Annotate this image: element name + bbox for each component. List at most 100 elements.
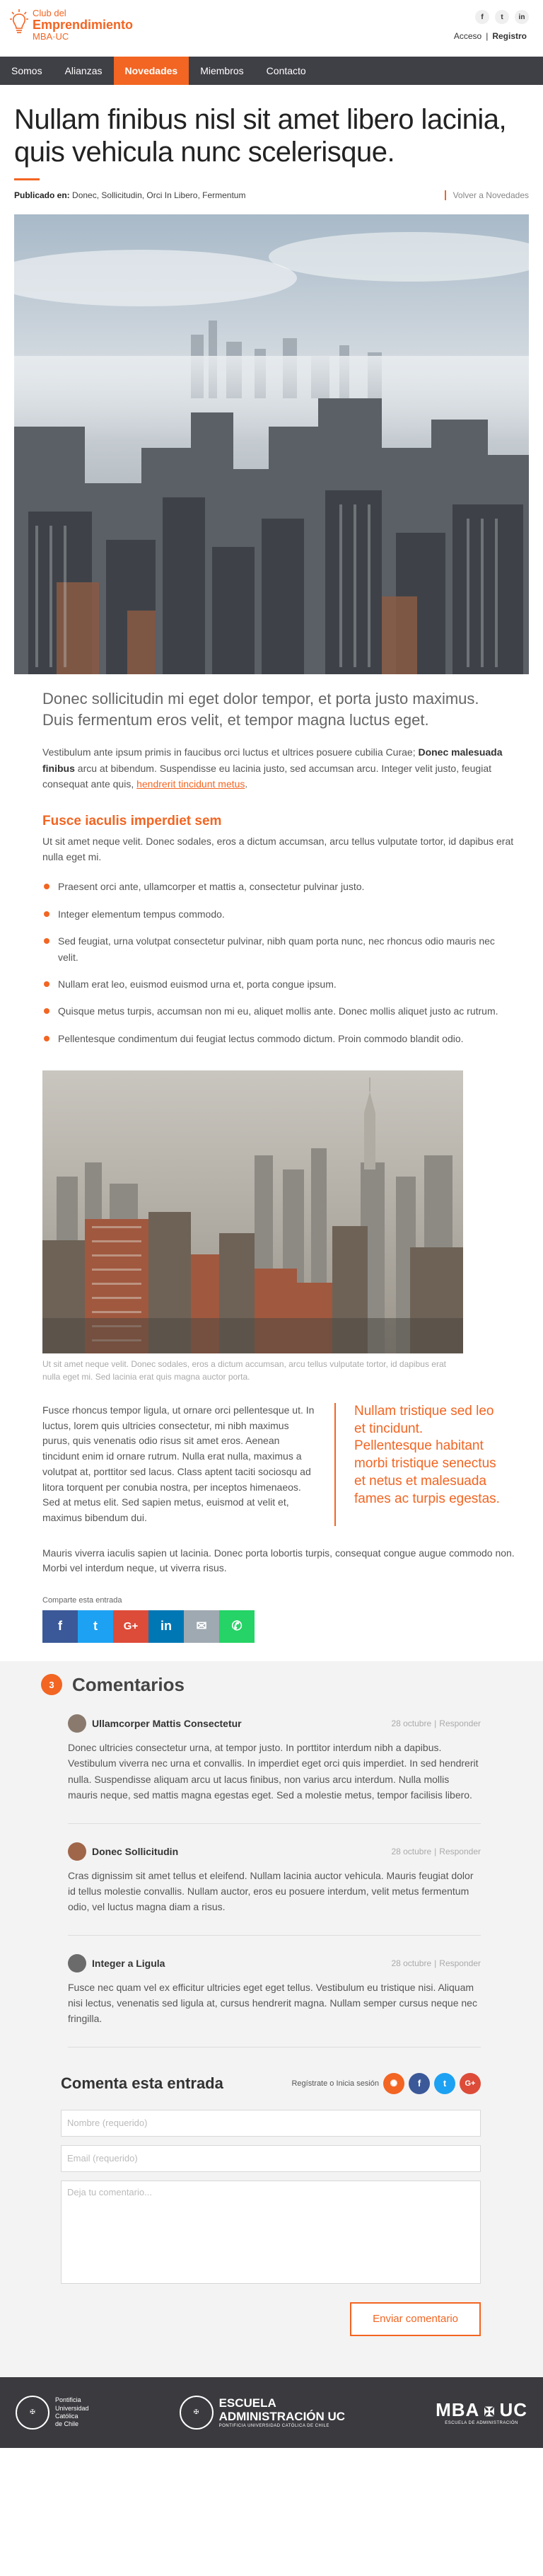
inline-link[interactable]: hendrerit tincidunt metus — [136, 778, 245, 790]
share-label: Comparte esta entrada — [42, 1595, 122, 1605]
logo-line-2: Emprendimiento — [33, 17, 134, 32]
article-meta: Publicado en: Donec, Sollicitudin, Orci … — [14, 190, 529, 200]
auth-links: Acceso | Registro — [452, 31, 529, 41]
reply-link[interactable]: Responder — [439, 1958, 481, 1968]
site-footer: ✠ Pontificia Universidad Católica de Chi… — [0, 2376, 543, 2448]
whatsapp-icon[interactable]: ✆ — [219, 1610, 255, 1643]
title-rule — [14, 178, 40, 180]
article-body: Vestibulum ante ipsum primis in faucibus… — [42, 744, 515, 1643]
main-nav: Somos Alianzas Novedades Miembros Contac… — [0, 57, 543, 85]
hero-image — [14, 214, 529, 674]
nav-item-miembros[interactable]: Miembros — [189, 57, 255, 85]
header-social-links: f t in — [475, 10, 529, 24]
photo-caption: Ut sit amet neque velit. Donec sodales, … — [42, 1359, 446, 1382]
comment-author: Integer a Ligula — [92, 1957, 165, 1969]
uc-line-2: Universidad — [55, 2404, 89, 2412]
site-header: Club del Emprendimiento MBA·UC f t in Ac… — [0, 0, 543, 57]
escuela-line-3: PONTIFICIA UNIVERSIDAD CATÓLICA DE CHILE — [218, 2423, 329, 2428]
logo-line-3: MBA·UC — [33, 30, 69, 42]
paragraph-1-start: Vestibulum ante ipsum primis in faucibus… — [42, 746, 419, 758]
article-lead: Donec sollicitudin mi eget dolor tempor,… — [42, 690, 479, 729]
avatar — [68, 1714, 86, 1733]
section-subheading: Fusce iaculis imperdiet sem — [42, 813, 222, 828]
mba-uc-logo[interactable]: MBA ✠ UC ESCUELA DE ADMINISTRACIÓN — [436, 2399, 527, 2425]
email-field[interactable]: Email (requerido) — [61, 2144, 481, 2172]
list-item: Praesent orci ante, ullamcorper et matti… — [42, 879, 515, 894]
paragraph-2: Ut sit amet neque velit. Donec sodales, … — [42, 835, 514, 862]
mba-seal-icon: ✠ — [479, 2405, 500, 2420]
escuela-line-1: ESCUELA — [218, 2396, 276, 2410]
name-field[interactable]: Nombre (requerido) — [61, 2109, 481, 2137]
twitter-icon[interactable]: t — [495, 10, 509, 24]
mail-icon[interactable]: ✉ — [184, 1610, 219, 1643]
facebook-icon[interactable]: f — [42, 1610, 78, 1643]
login-label: Regístrate o Inicia sesión — [291, 2079, 379, 2088]
login-link[interactable]: Acceso — [454, 31, 481, 41]
mba-tagline: ESCUELA DE ADMINISTRACIÓN — [445, 2421, 518, 2426]
list-item: Pellentesque condimentum dui feugiat lec… — [42, 1031, 515, 1046]
google-plus-icon[interactable]: G+ — [460, 2072, 481, 2094]
comments-title: Comentarios — [72, 1673, 185, 1695]
mba-text: MBA — [436, 2399, 480, 2421]
site-logo[interactable]: Club del Emprendimiento MBA·UC — [10, 8, 133, 41]
reply-link[interactable]: Responder — [439, 1847, 481, 1856]
comment: Integer a Ligula 28 octubre | Responder Fu… — [68, 1936, 481, 2047]
escuela-logo[interactable]: ✠ ESCUELA ADMINISTRACIÓN UC PONTIFICIA U… — [179, 2395, 346, 2430]
comment-body: Cras dignissim sit amet tellus et eleife… — [68, 1869, 474, 1913]
reply-link[interactable]: Responder — [439, 1719, 481, 1728]
comments-section: 3 Comentarios Ullamcorper Mattis Consect… — [0, 1660, 543, 2377]
comment-count-badge: 3 — [41, 1674, 62, 1696]
form-title: Comenta esta entrada — [61, 2074, 223, 2092]
list-item: Quisque metus turpis, accumsan non mi eu… — [42, 1003, 515, 1019]
comment-body: Donec ultricies consectetur urna, at tem… — [68, 1741, 479, 1801]
comment: Donec Sollicitudin 28 octubre | Responder … — [68, 1824, 481, 1936]
google-plus-icon[interactable]: G+ — [113, 1610, 148, 1643]
auth-separator: | — [486, 31, 489, 41]
city-skyline-photo — [14, 214, 529, 674]
register-link[interactable]: Registro — [492, 31, 527, 41]
list-item: Integer elementum tempus commodo. — [42, 906, 515, 922]
pull-quote: Nullam tristique sed leo et tincidunt. P… — [334, 1403, 504, 1526]
twitter-icon[interactable]: t — [434, 2072, 455, 2094]
paragraph-1-end: . — [245, 778, 248, 790]
uc-logo[interactable]: ✠ Pontificia Universidad Católica de Chi… — [16, 2395, 89, 2430]
article-title: Nullam finibus nisl sit amet libero laci… — [14, 104, 507, 168]
avatar — [68, 1842, 86, 1861]
list-item: Nullam erat leo, euismod euismod urna et… — [42, 976, 515, 992]
linkedin-icon[interactable]: in — [515, 10, 529, 24]
comment-form: Comenta esta entrada Regístrate o Inicia… — [61, 2072, 481, 2377]
comment-body: Fusce nec quam vel ex efficitur ultricie… — [68, 1981, 477, 2025]
comment-textarea[interactable]: Deja tu comentario... — [61, 2180, 481, 2284]
avatar — [68, 1953, 86, 1973]
published-label: Publicado en: — [14, 190, 70, 200]
comments-header: 3 Comentarios — [0, 1661, 543, 1696]
share-buttons: f t G+ in ✉ ✆ — [42, 1610, 515, 1643]
inline-photo — [42, 1070, 463, 1354]
city-aerial-photo — [42, 1070, 463, 1354]
facebook-icon[interactable]: f — [409, 2072, 430, 2094]
uc-line-1: Pontificia — [55, 2396, 81, 2404]
nav-item-contacto[interactable]: Contacto — [255, 57, 317, 85]
submit-comment-button[interactable]: Enviar comentario — [350, 2301, 481, 2336]
nav-item-somos[interactable]: Somos — [0, 57, 54, 85]
back-to-news-link[interactable]: Volver a Novedades — [444, 190, 529, 200]
mba-uc-text: UC — [499, 2399, 527, 2421]
comment-author: Ullamcorper Mattis Consectetur — [92, 1717, 242, 1729]
published-tags[interactable]: Donec, Sollicitudin, Orci In Libero, Fer… — [72, 190, 245, 200]
social-login: Regístrate o Inicia sesión ✺ f t G+ — [291, 2072, 481, 2094]
comment-date: 28 octubre — [391, 1958, 432, 1968]
nav-item-novedades[interactable]: Novedades — [113, 57, 189, 85]
bulb-icon[interactable]: ✺ — [383, 2072, 404, 2094]
facebook-icon[interactable]: f — [475, 10, 489, 24]
logo-line-1: Club del — [33, 8, 66, 18]
paragraph-last: Mauris viverra iaculis sapien ut lacinia… — [42, 1547, 515, 1574]
uc-line-3: Católica — [55, 2412, 78, 2420]
uc-line-4: de Chile — [55, 2420, 79, 2428]
article: Nullam finibus nisl sit amet libero laci… — [0, 103, 543, 1643]
comment-author: Donec Sollicitudin — [92, 1845, 179, 1857]
nav-item-alianzas[interactable]: Alianzas — [54, 57, 114, 85]
linkedin-icon[interactable]: in — [148, 1610, 184, 1643]
paragraph-1-mid: arcu at bibendum. Suspendisse eu lacinia… — [42, 762, 492, 790]
escuela-line-2: ADMINISTRACIÓN UC — [218, 2409, 346, 2423]
twitter-icon[interactable]: t — [78, 1610, 113, 1643]
